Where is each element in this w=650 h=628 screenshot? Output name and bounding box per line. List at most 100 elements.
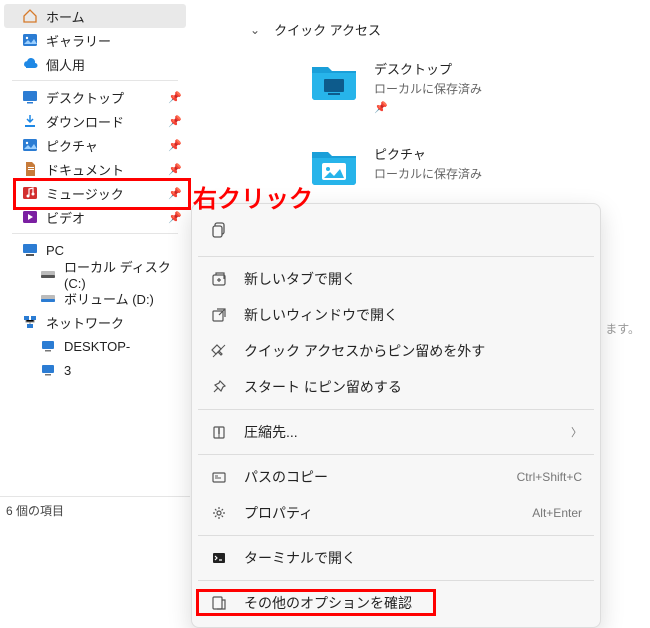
more-options-icon bbox=[210, 594, 228, 612]
menu-open-new-tab[interactable]: 新しいタブで開く bbox=[198, 261, 594, 297]
sidebar-item-network-host1[interactable]: DESKTOP- bbox=[0, 334, 190, 358]
sidebar-label: 個人用 bbox=[46, 55, 85, 74]
menu-label: 新しいタブで開く bbox=[244, 269, 582, 289]
sidebar-item-desktop[interactable]: デスクトップ 📌 bbox=[0, 85, 190, 109]
sidebar-item-personal[interactable]: 個人用 bbox=[0, 52, 190, 76]
menu-label: プロパティ bbox=[244, 503, 532, 523]
drive-icon bbox=[40, 290, 56, 306]
download-icon bbox=[22, 113, 38, 129]
quick-access-header[interactable]: ⌄ クイック アクセス bbox=[250, 20, 630, 39]
context-menu-separator bbox=[198, 535, 594, 536]
gallery-icon bbox=[22, 32, 38, 48]
pin-icon: 📌 bbox=[168, 211, 182, 224]
menu-unpin-quick-access[interactable]: クイック アクセスからピン留めを外す bbox=[198, 333, 594, 369]
menu-open-terminal[interactable]: ターミナルで開く bbox=[198, 540, 594, 576]
sidebar-label: 3 bbox=[64, 363, 71, 378]
home-icon bbox=[22, 8, 38, 24]
sidebar-label: ダウンロード bbox=[46, 112, 124, 131]
folder-meta: デスクトップ ローカルに保存済み 📌 bbox=[374, 59, 482, 114]
pin-icon: 📌 bbox=[374, 101, 482, 114]
copy-path-icon bbox=[210, 468, 228, 486]
sidebar-item-localdisk[interactable]: ローカル ディスク (C:) bbox=[0, 262, 190, 286]
unpin-icon bbox=[210, 342, 228, 360]
menu-label: 新しいウィンドウで開く bbox=[244, 305, 582, 325]
sidebar-item-volume[interactable]: ボリューム (D:) bbox=[0, 286, 190, 310]
menu-label: クイック アクセスからピン留めを外す bbox=[244, 341, 582, 361]
menu-label: パスのコピー bbox=[244, 467, 517, 487]
documents-icon bbox=[22, 161, 38, 177]
pin-icon bbox=[210, 378, 228, 396]
pin-icon: 📌 bbox=[168, 163, 182, 176]
sidebar-label: ネットワーク bbox=[46, 313, 124, 332]
folder-location: ローカルに保存済み bbox=[374, 80, 482, 97]
menu-compress[interactable]: 圧縮先... 〉 bbox=[198, 414, 594, 450]
sidebar-label: ミュージック bbox=[46, 184, 124, 203]
pc-icon bbox=[22, 242, 38, 258]
sidebar-label: ホーム bbox=[46, 7, 85, 26]
menu-copy-path[interactable]: パスのコピー Ctrl+Shift+C bbox=[198, 459, 594, 495]
pin-icon: 📌 bbox=[168, 115, 182, 128]
sidebar-label: DESKTOP- bbox=[64, 339, 130, 354]
video-icon bbox=[22, 209, 38, 225]
quick-access-folder-pictures[interactable]: ピクチャ ローカルに保存済み bbox=[310, 144, 630, 186]
pin-icon: 📌 bbox=[168, 139, 182, 152]
sidebar-item-network[interactable]: ネットワーク bbox=[0, 310, 190, 334]
sidebar-item-pictures[interactable]: ピクチャ 📌 bbox=[0, 133, 190, 157]
context-menu-separator bbox=[198, 454, 594, 455]
desktop-icon bbox=[22, 89, 38, 105]
menu-properties[interactable]: プロパティ Alt+Enter bbox=[198, 495, 594, 531]
pin-icon: 📌 bbox=[168, 91, 182, 104]
menu-more-options[interactable]: その他のオプションを確認 bbox=[198, 585, 594, 621]
copy-icon-button[interactable] bbox=[206, 216, 234, 244]
network-icon bbox=[22, 314, 38, 330]
music-icon bbox=[22, 185, 38, 201]
drive-icon bbox=[40, 266, 56, 282]
sidebar-label: ドキュメント bbox=[46, 160, 124, 179]
pin-icon: 📌 bbox=[168, 187, 182, 200]
quick-access-folder-desktop[interactable]: デスクトップ ローカルに保存済み 📌 bbox=[310, 59, 630, 114]
sidebar-separator bbox=[12, 80, 178, 81]
chevron-down-icon: ⌄ bbox=[250, 23, 260, 37]
new-window-icon bbox=[210, 306, 228, 324]
folder-name: ピクチャ bbox=[374, 144, 482, 163]
folder-desktop-icon bbox=[310, 59, 358, 101]
sidebar-item-documents[interactable]: ドキュメント 📌 bbox=[0, 157, 190, 181]
folder-name: デスクトップ bbox=[374, 59, 482, 78]
menu-shortcut: Alt+Enter bbox=[532, 506, 582, 520]
pictures-icon bbox=[22, 137, 38, 153]
menu-label: その他のオプションを確認 bbox=[244, 593, 582, 613]
sidebar-label: ギャラリー bbox=[46, 31, 111, 50]
folder-meta: ピクチャ ローカルに保存済み bbox=[374, 144, 482, 182]
menu-label: スタート にピン留めする bbox=[244, 377, 582, 397]
sidebar-separator bbox=[12, 233, 178, 234]
sidebar-item-gallery[interactable]: ギャラリー bbox=[0, 28, 190, 52]
menu-label: 圧縮先... bbox=[244, 422, 563, 442]
status-bar: 6 個の項目 bbox=[6, 502, 64, 519]
chevron-right-icon: 〉 bbox=[571, 424, 582, 440]
menu-shortcut: Ctrl+Shift+C bbox=[517, 470, 582, 484]
context-menu: 新しいタブで開く 新しいウィンドウで開く クイック アクセスからピン留めを外す … bbox=[191, 203, 601, 628]
sidebar-item-music[interactable]: ミュージック 📌 bbox=[0, 181, 190, 205]
menu-pin-start[interactable]: スタート にピン留めする bbox=[198, 369, 594, 405]
new-tab-icon bbox=[210, 270, 228, 288]
context-menu-separator bbox=[198, 580, 594, 581]
sidebar-label: デスクトップ bbox=[46, 88, 124, 107]
context-menu-separator bbox=[198, 409, 594, 410]
sidebar-label: ボリューム (D:) bbox=[64, 289, 154, 308]
computer-icon bbox=[40, 362, 56, 378]
folder-location: ローカルに保存済み bbox=[374, 165, 482, 182]
computer-icon bbox=[40, 338, 56, 354]
sidebar-label: ビデオ bbox=[46, 208, 85, 227]
sidebar-item-network-host2[interactable]: 3 bbox=[0, 358, 190, 382]
sidebar-label: PC bbox=[46, 243, 64, 258]
sidebar-item-video[interactable]: ビデオ 📌 bbox=[0, 205, 190, 229]
menu-label: ターミナルで開く bbox=[244, 548, 582, 568]
menu-open-new-window[interactable]: 新しいウィンドウで開く bbox=[198, 297, 594, 333]
sidebar-separator bbox=[0, 496, 190, 497]
navigation-sidebar: ホーム ギャラリー 個人用 デスクトップ 📌 ダウンロード 📌 ピクチャ 📌 bbox=[0, 0, 190, 617]
sidebar-item-downloads[interactable]: ダウンロード 📌 bbox=[0, 109, 190, 133]
sidebar-item-home[interactable]: ホーム bbox=[4, 4, 186, 28]
cloud-icon bbox=[22, 56, 38, 72]
properties-icon bbox=[210, 504, 228, 522]
folder-pictures-icon bbox=[310, 144, 358, 186]
